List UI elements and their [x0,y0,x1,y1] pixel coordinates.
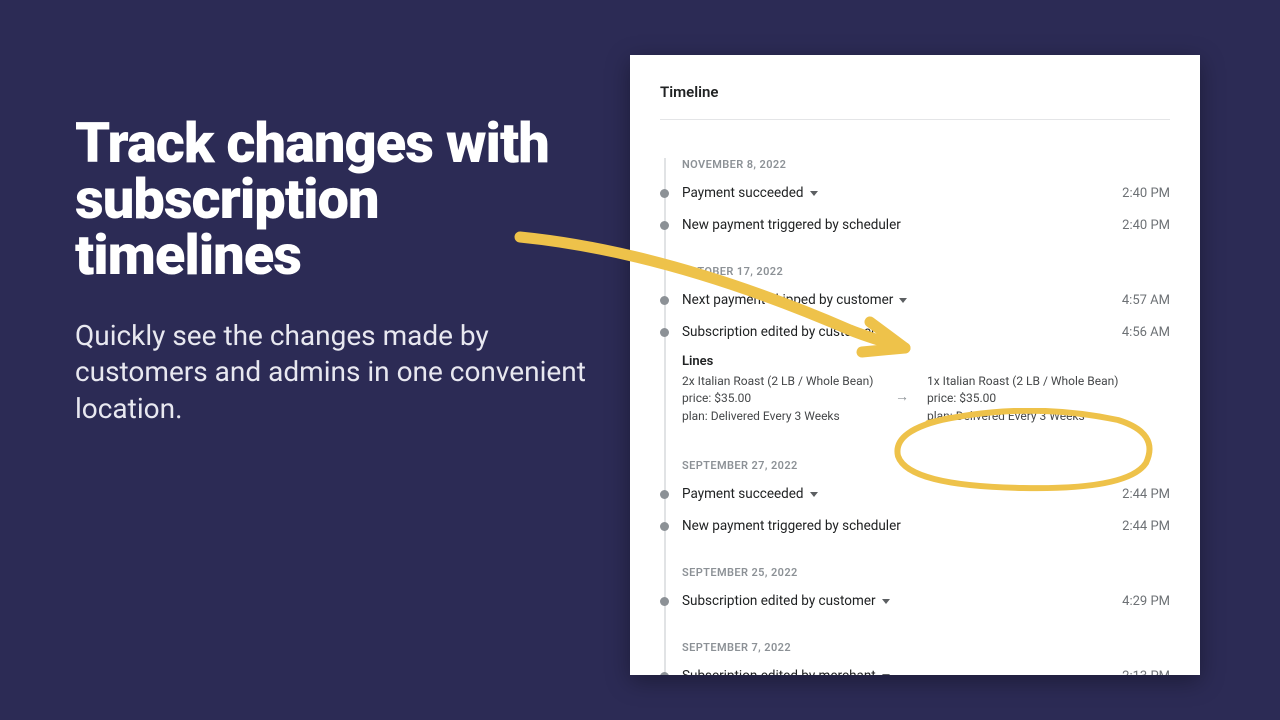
event-time: 2:44 PM [1122,487,1170,502]
details-after: 1x Italian Roast (2 LB / Whole Bean)pric… [927,373,1137,425]
event-time: 2:40 PM [1122,218,1170,233]
event-dot-icon [660,672,669,675]
card-title: Timeline [660,83,1170,120]
event-label: Subscription edited by customer [682,593,890,609]
event-label: New payment triggered by scheduler [682,518,901,534]
timeline-event[interactable]: Subscription edited by customer 4:29 PM [682,585,1170,617]
event-time: 4:57 AM [1122,293,1170,308]
event-dot-icon [660,490,669,499]
event-time: 4:56 AM [1122,325,1170,340]
event-dot-icon [660,296,669,305]
caret-down-icon [899,298,907,303]
details-title: Lines [682,354,1170,369]
caret-down-icon [810,191,818,196]
event-time: 4:29 PM [1122,594,1170,609]
event-time: 2:40 PM [1122,186,1170,201]
event-dot-icon [660,597,669,606]
timeline-event: New payment triggered by scheduler 2:44 P… [682,510,1170,542]
timeline-card: Timeline NOVEMBER 8, 2022 Payment succeed… [630,55,1200,675]
event-dot-icon [660,328,669,337]
arrow-right-icon: → [895,373,909,407]
timeline: NOVEMBER 8, 2022 Payment succeeded 2:40 PM… [660,158,1170,675]
hero-text: Track changes with subscription timeline… [75,115,595,427]
timeline-event[interactable]: Subscription edited by customer 4:56 AM [682,316,1170,348]
timeline-event: New payment triggered by scheduler 2:40 P… [682,209,1170,241]
timeline-event[interactable]: Subscription edited by merchant 2:13 PM [682,660,1170,675]
date-heading: SEPTEMBER 27, 2022 [682,459,1170,472]
event-label: Subscription edited by merchant [682,668,890,675]
caret-down-icon [810,492,818,497]
date-heading: OCTOBER 17, 2022 [682,265,1170,278]
caret-down-icon [882,674,890,675]
hero-heading: Track changes with subscription timeline… [75,115,595,283]
timeline-event[interactable]: Payment succeeded 2:40 PM [682,177,1170,209]
timeline-event[interactable]: Payment succeeded 2:44 PM [682,478,1170,510]
event-dot-icon [660,189,669,198]
hero-subheading: Quickly see the changes made by customer… [75,318,595,427]
event-dot-icon [660,522,669,531]
date-heading: SEPTEMBER 25, 2022 [682,566,1170,579]
event-time: 2:44 PM [1122,519,1170,534]
event-label: Subscription edited by customer [682,324,890,340]
event-dot-icon [660,221,669,230]
caret-down-icon [882,599,890,604]
details-columns: 2x Italian Roast (2 LB / Whole Bean)pric… [682,373,1170,425]
date-heading: NOVEMBER 8, 2022 [682,158,1170,171]
event-label: New payment triggered by scheduler [682,217,901,233]
event-label: Payment succeeded [682,486,818,502]
details-before: 2x Italian Roast (2 LB / Whole Bean)pric… [682,373,877,425]
event-label: Next payment skipped by customer [682,292,907,308]
date-heading: SEPTEMBER 7, 2022 [682,641,1170,654]
timeline-event[interactable]: Next payment skipped by customer 4:57 AM [682,284,1170,316]
event-label: Payment succeeded [682,185,818,201]
event-time: 2:13 PM [1122,669,1170,675]
caret-up-icon [882,330,890,335]
event-details: Lines 2x Italian Roast (2 LB / Whole Bean… [682,348,1170,435]
